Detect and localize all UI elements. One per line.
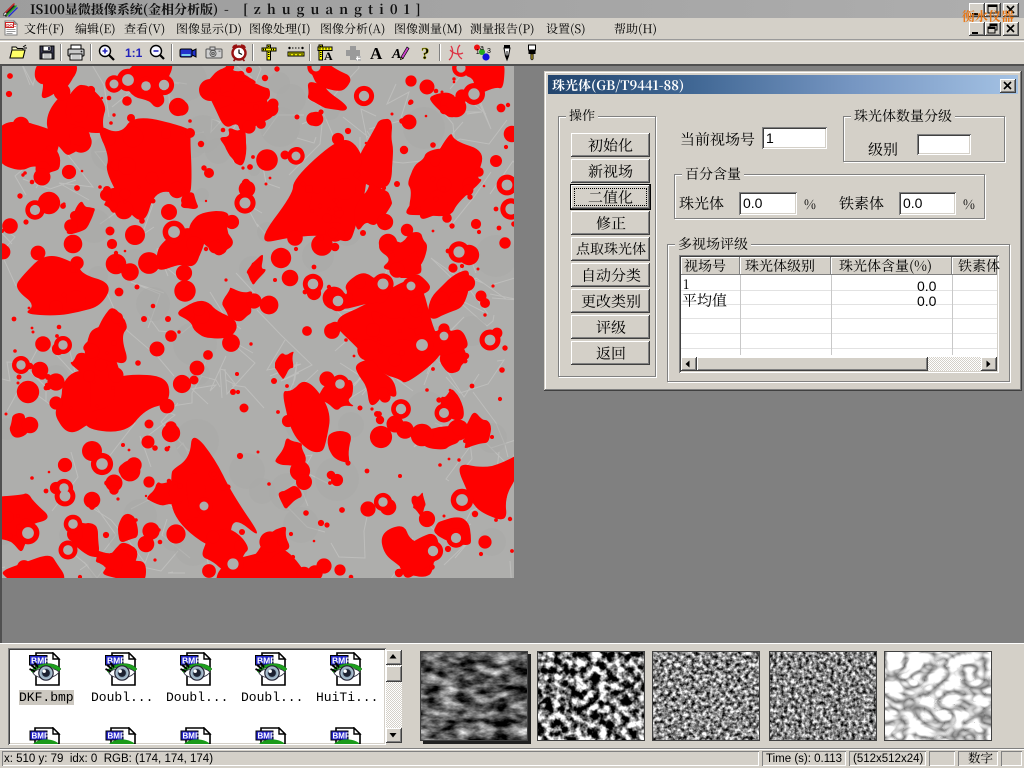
svg-text:BMP: BMP — [108, 732, 126, 741]
svg-text:BMP: BMP — [258, 732, 276, 741]
svg-text:A: A — [324, 49, 333, 62]
svg-text:3: 3 — [487, 48, 491, 55]
svg-text:BMP: BMP — [32, 732, 50, 741]
svg-text:1:1: 1:1 — [125, 46, 143, 60]
svg-text:a: a — [480, 45, 484, 52]
svg-text:BMP: BMP — [183, 732, 201, 741]
svg-text:?: ? — [421, 44, 430, 62]
svg-text:DOC: DOC — [6, 23, 17, 28]
svg-text:A: A — [370, 44, 383, 62]
svg-text:BMP: BMP — [333, 732, 351, 741]
svg-text:A: A — [391, 47, 401, 62]
